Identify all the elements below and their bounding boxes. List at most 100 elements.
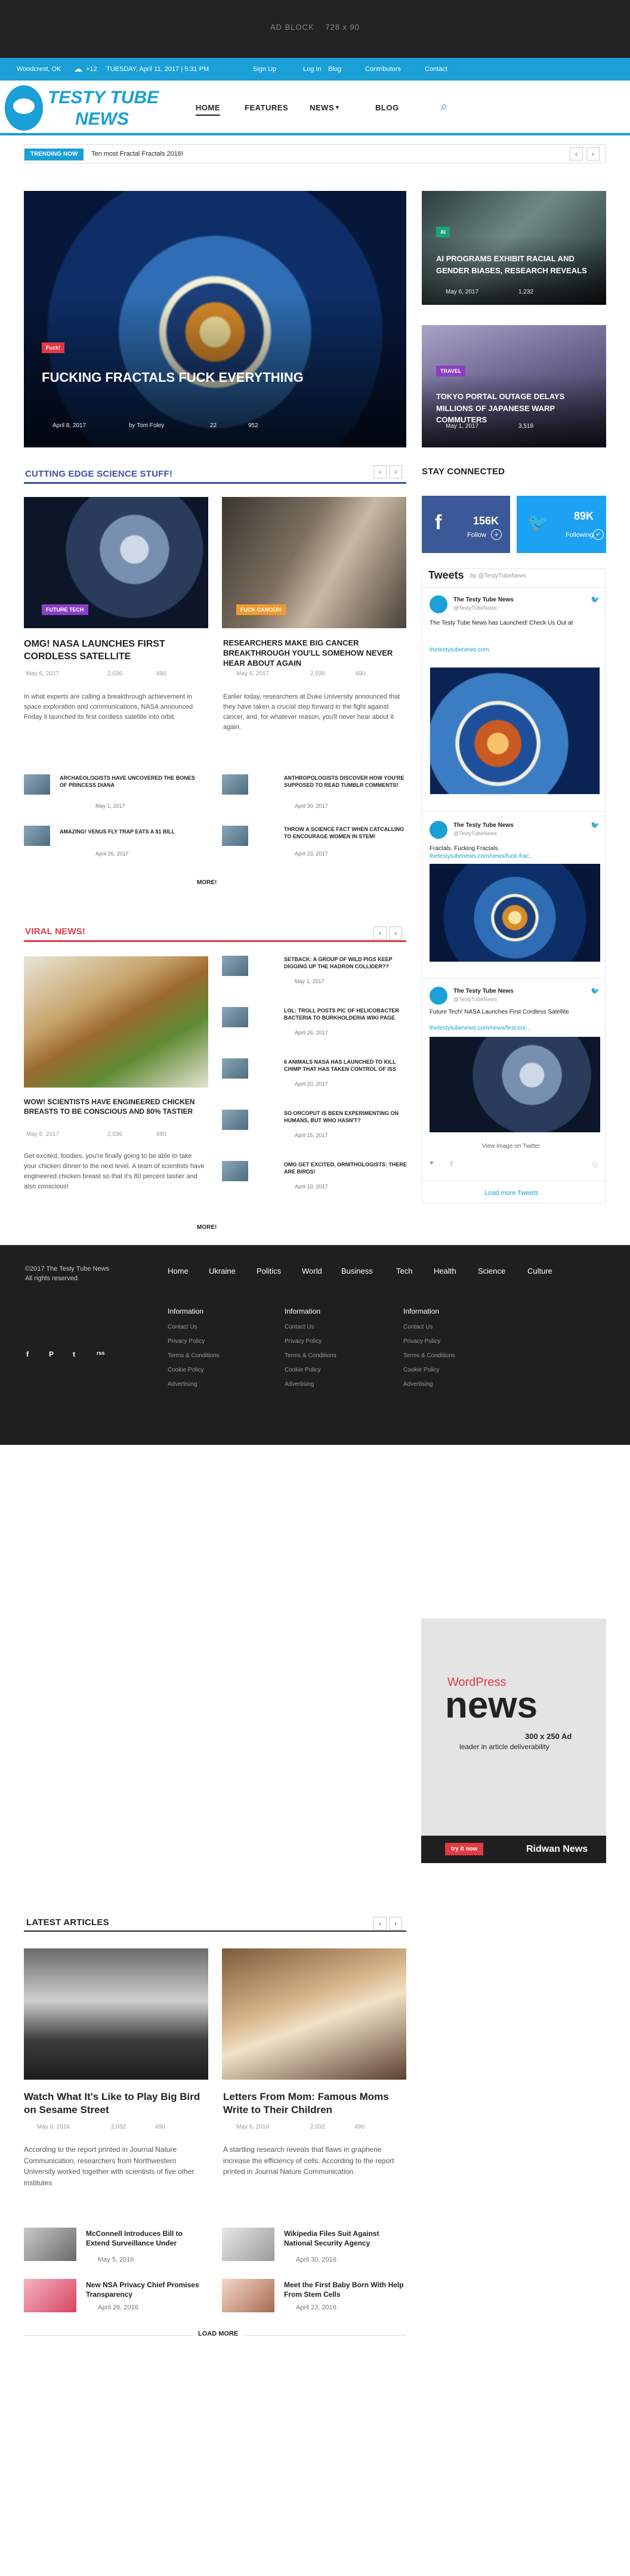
footer-col1-link1[interactable]: Contact Us <box>168 1324 197 1330</box>
viral-prev-button[interactable]: ‹ <box>373 926 387 940</box>
latest-load-more-button[interactable]: LOAD MORE <box>193 2330 243 2337</box>
viral-list4-thumb[interactable] <box>222 1110 248 1130</box>
topbar-link-contributors[interactable]: Contributors <box>365 66 401 73</box>
twitter-footer-icon[interactable]: t <box>73 1350 75 1358</box>
science-list1-title[interactable]: ARCHAEOLOGISTS HAVE UNCOVERED THE BONES … <box>60 774 203 789</box>
latest-list1-thumb[interactable] <box>24 2228 76 2261</box>
footer-col2-link4[interactable]: Cookie Policy <box>285 1367 321 1373</box>
heart-icon[interactable]: ♥ <box>430 1160 434 1167</box>
side-ad-box[interactable]: WordPress news 300 x 250 Ad leader in ar… <box>421 1619 606 1863</box>
science-list3-title[interactable]: AMAZING! VENUS FLY TRAP EATS A $1 BILL <box>60 828 203 835</box>
share-icon[interactable]: ⇪ <box>449 1160 454 1167</box>
hero-title[interactable]: FUCKING FRACTALS FUCK EVERYTHING <box>42 370 304 385</box>
viral-list3-title[interactable]: 6 ANIMALS NASA HAS LAUNCHED TO KILL CHIM… <box>284 1058 407 1073</box>
hero-side-post-2[interactable]: TRAVEL TOKYO PORTAL OUTAGE DELAYS MILLIO… <box>422 325 606 447</box>
viral-list5-thumb[interactable] <box>222 1161 248 1181</box>
hero-author[interactable]: by Tom Foley <box>129 422 164 429</box>
footer-col2-link5[interactable]: Advertising <box>285 1381 314 1388</box>
latest-post2-title[interactable]: Letters From Mom: Famous Moms Write to T… <box>223 2090 406 2117</box>
hero-side2-category[interactable]: TRAVEL <box>436 366 466 376</box>
info-icon[interactable]: ⓘ <box>592 1160 598 1169</box>
ad-try-button[interactable]: try it now <box>445 1843 484 1855</box>
science-post1-title[interactable]: OMG! NASA LAUNCHES FIRST CORDLESS SATELL… <box>24 638 203 663</box>
footer-col1-link5[interactable]: Advertising <box>168 1381 197 1388</box>
nav-item-home[interactable]: HOME <box>196 103 220 116</box>
science-post2-title[interactable]: RESEARCHERS MAKE BIG CANCER BREAKTHROUGH… <box>223 638 406 669</box>
footer-nav-health[interactable]: Health <box>434 1267 456 1275</box>
pinterest-footer-icon[interactable]: P <box>49 1350 54 1358</box>
ticker-next-button[interactable]: › <box>586 147 600 160</box>
latest-next-button[interactable]: › <box>389 1917 402 1930</box>
latest-list2-thumb[interactable] <box>222 2228 274 2261</box>
footer-nav-culture[interactable]: Culture <box>527 1267 552 1275</box>
footer-nav-science[interactable]: Science <box>478 1267 505 1275</box>
tweet-2-avatar[interactable] <box>430 821 447 839</box>
science-list4-thumb[interactable] <box>222 826 248 846</box>
footer-col2-link1[interactable]: Contact Us <box>285 1324 314 1330</box>
science-list2-thumb[interactable] <box>222 774 248 795</box>
viral-list3-thumb[interactable] <box>222 1058 248 1079</box>
facebook-follow-box[interactable]: f 156K Follow + <box>422 496 510 553</box>
view-image-on-twitter-label[interactable]: View image on Twitter <box>482 1143 540 1150</box>
tweet-1-link[interactable]: thetestytubenews.com <box>430 647 489 653</box>
footer-nav-tech[interactable]: Tech <box>396 1267 412 1275</box>
footer-col3-link1[interactable]: Contact Us <box>403 1324 433 1330</box>
latest-list1-title[interactable]: McConnell Introduces Bill to Extend Surv… <box>86 2229 205 2248</box>
footer-col1-link4[interactable]: Cookie Policy <box>168 1367 204 1373</box>
footer-nav-ukraine[interactable]: Ukraine <box>209 1267 236 1275</box>
viral-list4-title[interactable]: SO ORCOPUT IS BEEN EXPERIMENTING ON HUMA… <box>284 1110 407 1124</box>
viral-more-button[interactable]: MORE! <box>197 1224 217 1231</box>
science-more-button[interactable]: MORE! <box>197 879 217 886</box>
tweet-2-link[interactable]: thetestytubenews.com/news/fuck-frac... <box>430 853 534 860</box>
footer-col1-link3[interactable]: Terms & Conditions <box>168 1352 220 1359</box>
footer-col3-link2[interactable]: Privacy Policy <box>403 1338 440 1345</box>
tweet-2-image[interactable] <box>430 864 600 962</box>
latest-list4-title[interactable]: Meet the First Baby Born With Help From … <box>284 2280 406 2299</box>
science-post1-image[interactable]: FUTURE TECH <box>24 497 208 628</box>
latest-list3-thumb[interactable] <box>24 2279 76 2312</box>
twitter-follow-box[interactable]: 🐦 89K Following ✓ <box>517 496 606 553</box>
tweet-3-image[interactable] <box>430 1037 600 1132</box>
tweets-by[interactable]: by @TestyTubeNews <box>470 573 526 579</box>
viral-list1-title[interactable]: SETBACK: A GROUP OF WILD PIGS KEEP DIGGI… <box>284 956 407 970</box>
topbar-link-signup[interactable]: Sign Up <box>253 66 276 73</box>
footer-col2-link2[interactable]: Privacy Policy <box>285 1338 322 1345</box>
science-post1-category[interactable]: FUTURE TECH <box>42 604 88 615</box>
viral-main-title[interactable]: WOW! SCIENTISTS HAVE ENGINEERED CHICKEN … <box>24 1098 203 1116</box>
tweet-1-avatar[interactable] <box>430 595 447 613</box>
hero-side1-category[interactable]: AI <box>436 227 450 237</box>
hero-side-post-1[interactable]: AI AI PROGRAMS EXHIBIT RACIAL AND GENDER… <box>422 191 606 305</box>
tweet-2-name[interactable]: The Testy Tube News <box>453 822 514 829</box>
science-list4-title[interactable]: THROW A SCIENCE FACT WHEN CATCALLING TO … <box>284 826 407 840</box>
topbar-link-contact[interactable]: Contact <box>425 66 447 73</box>
tweet-1-handle[interactable]: @TestyTubeNews <box>453 605 497 611</box>
load-more-tweets-button[interactable]: Load more Tweets <box>484 1190 538 1197</box>
hero-side1-title[interactable]: AI PROGRAMS EXHIBIT RACIAL AND GENDER BI… <box>436 253 597 276</box>
trending-text[interactable]: Ten most Fractal Fractals 2016! <box>91 150 183 157</box>
footer-col3-link5[interactable]: Advertising <box>403 1381 433 1388</box>
tweet-1-name[interactable]: The Testy Tube News <box>453 597 514 603</box>
viral-next-button[interactable]: › <box>389 926 402 940</box>
tweet-3-link[interactable]: thetestytubenews.com/news/first-cor... <box>430 1025 531 1031</box>
latest-list3-title[interactable]: New NSA Privacy Chief Promises Transpare… <box>86 2280 205 2299</box>
science-next-button[interactable]: › <box>389 465 402 478</box>
viral-list5-title[interactable]: OMG GET EXCITED, ORNITHOLOGISTS: THERE A… <box>284 1161 407 1175</box>
footer-col3-link3[interactable]: Terms & Conditions <box>403 1352 455 1359</box>
latest-post2-image[interactable] <box>222 1948 406 2080</box>
science-post2-category[interactable]: FUCK CANCER! <box>236 604 286 615</box>
science-post2-image[interactable]: FUCK CANCER! <box>222 497 406 628</box>
footer-nav-home[interactable]: Home <box>168 1267 189 1275</box>
science-list3-thumb[interactable] <box>24 826 50 846</box>
latest-post1-image[interactable] <box>24 1948 208 2080</box>
nav-item-news[interactable]: NEWS <box>310 103 334 112</box>
tweet-3-handle[interactable]: @TestyTubeNews <box>453 996 497 1002</box>
hero-side2-title[interactable]: TOKYO PORTAL OUTAGE DELAYS MILLIONS OF J… <box>436 391 603 426</box>
latest-prev-button[interactable]: ‹ <box>373 1917 387 1930</box>
latest-post1-title[interactable]: Watch What It's Like to Play Big Bird on… <box>24 2090 203 2117</box>
latest-list2-title[interactable]: Wikipedia Files Suit Against National Se… <box>284 2229 406 2248</box>
viral-list2-thumb[interactable] <box>222 1007 248 1027</box>
twitter-timeline-widget[interactable]: Tweets by @TestyTubeNews The Testy Tube … <box>422 569 606 1203</box>
chevron-down-icon[interactable]: ▾ <box>336 104 339 111</box>
footer-nav-business[interactable]: Business <box>341 1267 373 1275</box>
facebook-footer-icon[interactable]: f <box>26 1350 29 1358</box>
